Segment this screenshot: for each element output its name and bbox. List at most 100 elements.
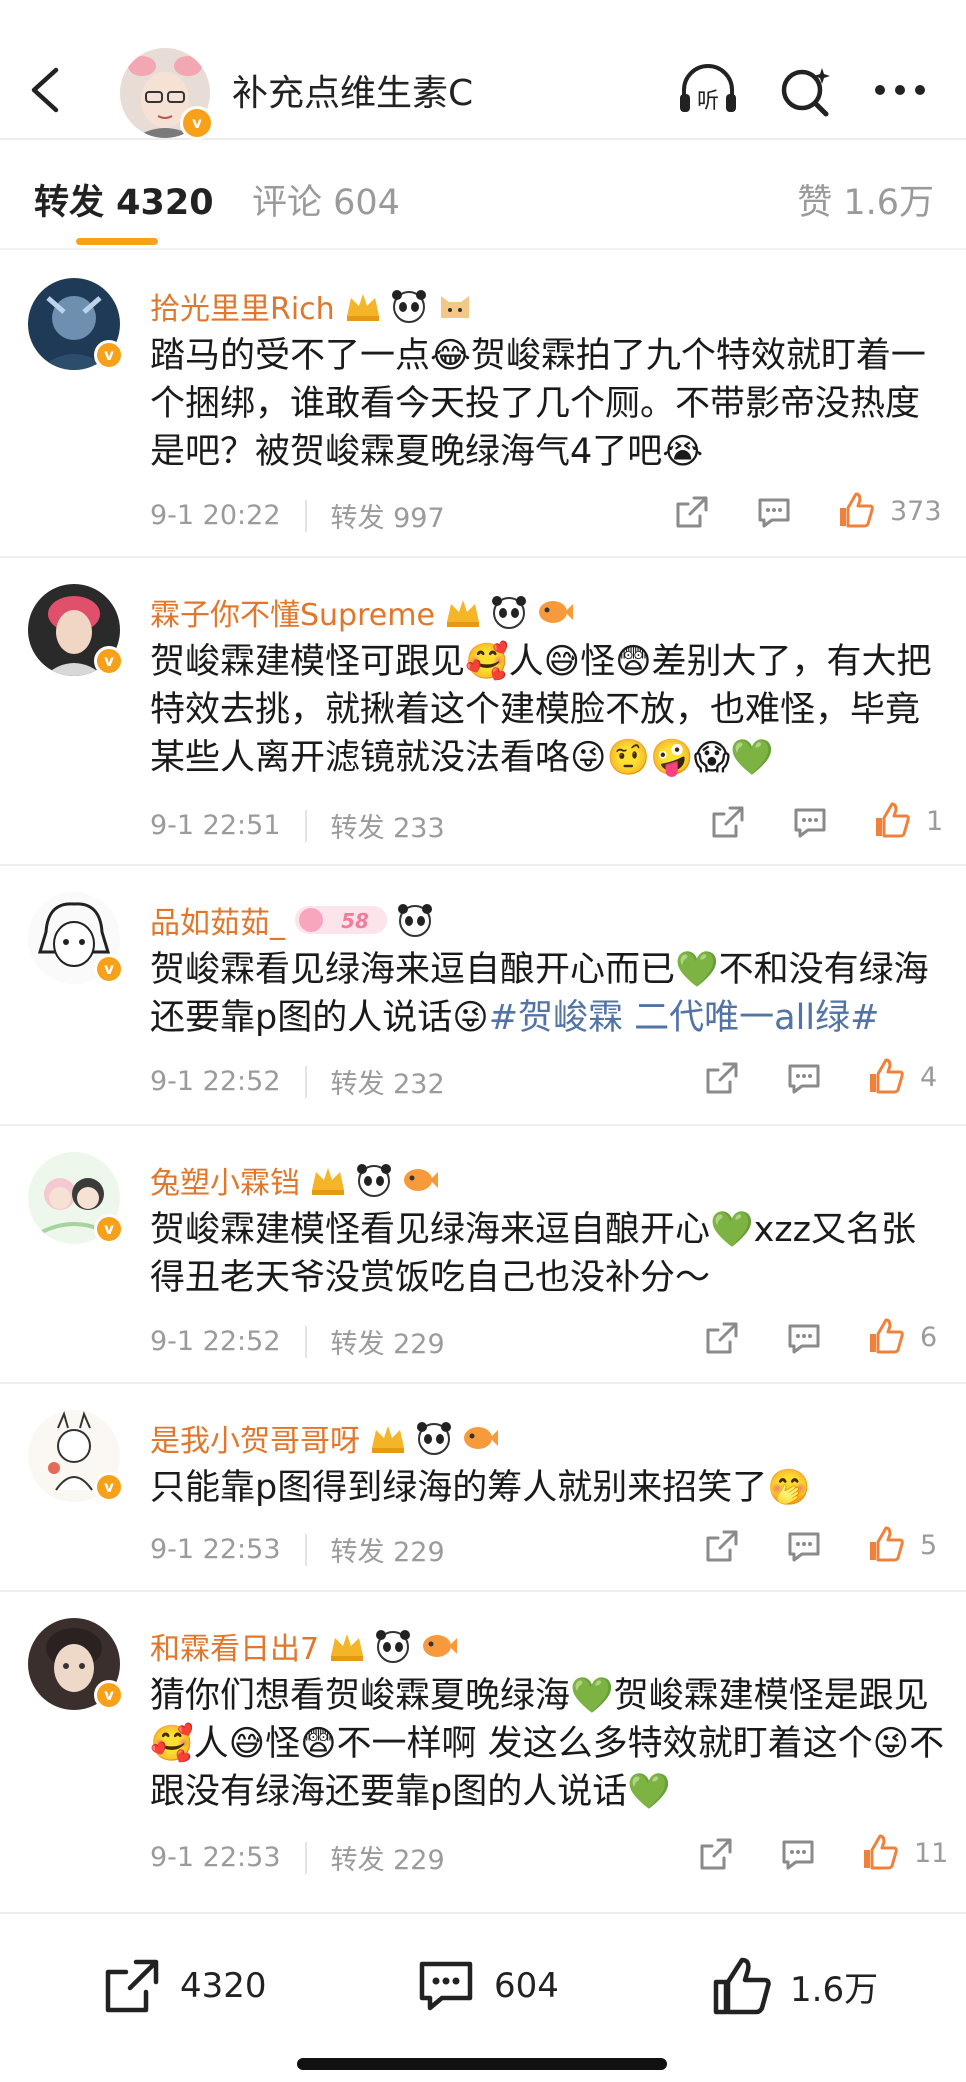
like-count: 1: [926, 806, 944, 837]
like-button[interactable]: [872, 800, 912, 840]
thumbs-up-icon: [870, 1058, 904, 1094]
share-button[interactable]: [702, 1526, 742, 1566]
list-item[interactable]: v 拾光里里Rich 踏马的受不了一点😂贺峻霖拍了九个特效就盯着一个捆绑，谁敢看…: [0, 252, 966, 558]
top-bar: v 补充点维生素C 听: [0, 0, 966, 140]
username[interactable]: 兔塑小霖铛: [150, 1158, 440, 1202]
username[interactable]: 霖子你不懂Supreme: [150, 590, 575, 634]
thumbs-up-icon: [876, 802, 910, 838]
comment-button[interactable]: [778, 1834, 818, 1874]
avatar[interactable]: v: [28, 892, 124, 984]
comment-icon: [788, 1532, 820, 1562]
fish-medal-icon: [404, 1169, 438, 1191]
thumbs-up-icon: [713, 1957, 771, 2015]
panda-medal-icon: [391, 290, 426, 323]
crown-medal-icon: [346, 294, 379, 321]
verified-badge-icon: v: [94, 954, 124, 984]
comment-icon: [758, 498, 790, 528]
crown-medal-icon: [312, 1168, 344, 1195]
like-button[interactable]: [836, 490, 876, 530]
share-button[interactable]: [702, 1058, 742, 1098]
username[interactable]: 拾光里里Rich: [150, 284, 475, 328]
like-count: 11: [914, 1838, 949, 1869]
crown-medal-icon: [372, 1426, 404, 1453]
comment-action-count: 604: [494, 1966, 559, 2006]
repost-count: 转发 229: [330, 1845, 445, 1876]
share-icon: [706, 1322, 738, 1354]
verified-badge-icon: v: [94, 646, 124, 676]
search-button[interactable]: [774, 62, 838, 118]
divider: [304, 809, 307, 842]
back-button[interactable]: [24, 50, 76, 130]
timestamp: 9-1 22:53: [150, 1534, 281, 1565]
like-button[interactable]: [866, 1524, 906, 1564]
level-number: 58: [341, 909, 369, 933]
comment-button[interactable]: [754, 492, 794, 532]
level-58-medal-icon: 58: [295, 906, 387, 934]
listen-button[interactable]: 听: [676, 62, 740, 118]
avatar[interactable]: v: [28, 1152, 124, 1244]
hashtag-link[interactable]: #贺峻霖 二代唯一all绿#: [489, 998, 880, 1038]
avatar[interactable]: v: [28, 584, 124, 676]
more-button[interactable]: [868, 62, 932, 118]
share-icon: [706, 1062, 738, 1094]
repost-text: 贺峻霖看见绿海来逗自酿开心而已💚不和没有绿海还要靠p图的人说话😜#贺峻霖 二代唯…: [150, 950, 929, 1038]
list-item[interactable]: v 和霖看日出7 猜你们想看贺峻霖夏晚绿海💚贺峻霖建模怪是跟见🥰人😅怪😨不一样啊…: [0, 1592, 966, 1902]
comment-button[interactable]: [784, 1526, 824, 1566]
divider: [304, 1065, 307, 1098]
tab-reposts[interactable]: 转发 4320: [34, 174, 214, 225]
repost-meta: 9-1 22:51 转发 233: [150, 806, 445, 845]
share-button[interactable]: [696, 1834, 736, 1874]
verified-badge-icon: v: [94, 1214, 124, 1244]
share-button[interactable]: [702, 1318, 742, 1358]
tab-comments[interactable]: 评论 604: [252, 174, 400, 225]
tab-likes[interactable]: 赞 1.6万: [797, 174, 934, 225]
like-count: 4: [920, 1062, 938, 1093]
list-item[interactable]: v 品如茹茹_ 58 贺峻霖看见绿海来逗自酿开心而已💚不和没有绿海还要靠p图的人…: [0, 866, 966, 1126]
list-item[interactable]: v 霖子你不懂Supreme 贺峻霖建模怪可跟见🥰人😅怪😨差别大了，有大把特效去…: [0, 558, 966, 866]
active-tab-indicator: [76, 238, 158, 245]
timestamp: 9-1 22:52: [150, 1326, 281, 1357]
panda-medal-icon: [491, 596, 526, 629]
more-dots-icon: [875, 85, 925, 95]
avatar[interactable]: v: [28, 1410, 124, 1502]
repost-meta: 9-1 22:53 转发 229: [150, 1838, 445, 1877]
repost-count: 转发 997: [330, 503, 445, 534]
author-avatar[interactable]: v: [120, 48, 214, 140]
username[interactable]: 和霖看日出7: [150, 1624, 459, 1668]
chevron-left-icon: [31, 67, 59, 113]
share-icon: [700, 1838, 732, 1870]
like-button[interactable]: [866, 1316, 906, 1356]
list-item[interactable]: v 是我小贺哥哥呀 只能靠p图得到绿海的筹人就别来招笑了🤭 9-1 22:53 …: [0, 1384, 966, 1592]
verified-badge-icon: v: [180, 106, 214, 140]
avatar[interactable]: v: [28, 278, 124, 370]
timestamp: 9-1 22:51: [150, 810, 281, 841]
like-count: 373: [890, 496, 942, 527]
avatar[interactable]: v: [28, 1618, 124, 1710]
comment-icon: [419, 1961, 473, 2011]
comment-button[interactable]: [784, 1318, 824, 1358]
comment-action-button[interactable]: 604: [414, 1954, 559, 2018]
thumbs-up-icon: [864, 1834, 898, 1870]
fish-medal-icon: [423, 1635, 458, 1657]
like-button[interactable]: [860, 1832, 900, 1872]
share-icon: [676, 496, 708, 528]
share-icon: [706, 1530, 738, 1562]
comment-button[interactable]: [790, 802, 830, 842]
repost-count: 转发 232: [330, 1069, 445, 1100]
username[interactable]: 是我小贺哥哥呀: [150, 1416, 500, 1460]
like-action-button[interactable]: 1.6万: [710, 1954, 878, 2018]
like-button[interactable]: [866, 1056, 906, 1096]
share-button[interactable]: [708, 802, 748, 842]
comment-button[interactable]: [784, 1058, 824, 1098]
medal-group: [343, 288, 475, 324]
repost-action-count: 4320: [180, 1966, 267, 2006]
thumbs-up-icon: [870, 1526, 904, 1562]
repost-text: 踏马的受不了一点😂贺峻霖拍了九个特效就盯着一个捆绑，谁敢看今天投了几个厕。不带影…: [150, 336, 926, 472]
username[interactable]: 品如茹茹_ 58: [150, 898, 435, 942]
repost-action-button[interactable]: 4320: [100, 1954, 267, 2018]
divider: [304, 1325, 307, 1358]
share-button[interactable]: [672, 492, 712, 532]
list-item[interactable]: v 兔塑小霖铛 贺峻霖建模怪看见绿海来逗自酿开心💚xzz又名张得丑老天爷没赏饭吃…: [0, 1126, 966, 1384]
repost-text: 贺峻霖建模怪可跟见🥰人😅怪😨差别大了，有大把特效去挑，就揪着这个建模脸不放，也难…: [150, 642, 932, 778]
repost-meta: 9-1 22:52 转发 229: [150, 1322, 445, 1361]
